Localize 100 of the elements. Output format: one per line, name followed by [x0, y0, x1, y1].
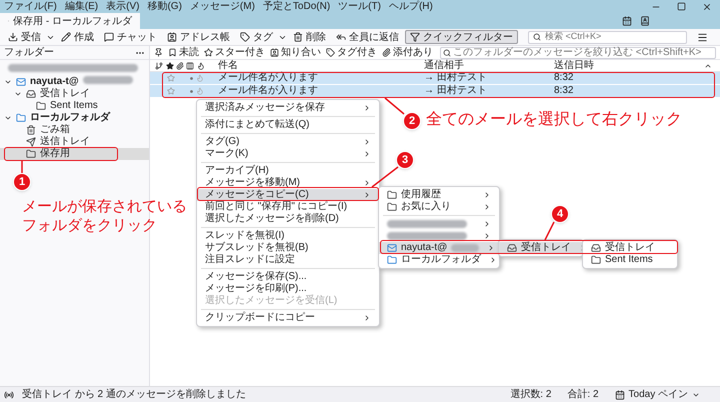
close-icon[interactable] — [702, 2, 712, 12]
toolbar-button[interactable]: 作成 — [57, 30, 98, 44]
column-header[interactable]: 送信日時 — [554, 60, 704, 72]
expand-icon[interactable] — [4, 78, 12, 86]
menu-item[interactable]: メッセージを保存(S)... — [197, 271, 379, 283]
menu-item[interactable]: 受信トレイ — [499, 242, 583, 254]
annotation-text: フォルダをクリック — [22, 217, 157, 235]
menu-bar-item[interactable]: 編集(E) — [60, 0, 102, 12]
menu-bar-item[interactable]: ツール(T) — [334, 0, 385, 12]
address-book-icon[interactable] — [640, 16, 650, 26]
menu-item[interactable]: アーカイブ(H) — [197, 165, 379, 177]
column-header[interactable]: 件名 — [210, 60, 424, 72]
menu-label: 受信トレイ — [605, 242, 655, 254]
menu-bar-item[interactable]: ヘルプ(H) — [384, 0, 437, 12]
folder-name: 保存用 — [40, 148, 70, 160]
menu-item[interactable]: 受信トレイ — [583, 242, 677, 254]
menu-item[interactable]: 注目スレッドに設定 — [197, 254, 379, 266]
filter-field[interactable]: このフォルダーのメッセージを絞り込む <Ctrl+Shift+K> — [440, 46, 716, 58]
menu-icon[interactable] — [697, 32, 708, 42]
toolbar-button[interactable]: チャット — [100, 30, 161, 44]
menu-bar-item[interactable]: 表示(V) — [102, 0, 144, 12]
star-icon[interactable] — [166, 62, 174, 70]
menu-label: お気に入り — [401, 201, 451, 213]
menu-label: 前回と同じ "保存用" にコピー(I) — [205, 201, 348, 212]
menu-item[interactable]: 添付にまとめて転送(Q) — [197, 119, 379, 131]
filter-button[interactable]: 知り合い — [268, 46, 323, 58]
leader-line — [384, 97, 404, 115]
folder-item[interactable]: ごみ箱 — [0, 124, 149, 136]
star-icon[interactable] — [167, 74, 176, 82]
column-header[interactable]: 通信相手 — [424, 60, 554, 72]
menu-item[interactable]: メッセージを移動(M) — [197, 177, 379, 189]
folder-item[interactable]: 受信トレイ — [0, 88, 149, 100]
read-status-icon[interactable] — [186, 62, 194, 70]
filter-icon — [410, 32, 420, 42]
folder-item[interactable]: 送信トレイ — [0, 136, 149, 148]
menu-item[interactable]: ローカルフォルダ — [379, 254, 499, 266]
leader-line — [372, 166, 398, 188]
menu-item[interactable]: 選択済みメッセージを保存 — [197, 102, 379, 114]
menu-item[interactable]: メッセージをコピー(C) — [197, 189, 379, 201]
total-count: 合計: 2 — [567, 388, 599, 400]
status-message: 受信トレイ から 2 通のメッセージを削除しました — [22, 388, 246, 400]
menu-item[interactable]: タグ(G) — [197, 136, 379, 148]
filter-button[interactable]: タグ付き — [324, 46, 379, 58]
menu-item[interactable]: お気に入り — [379, 201, 499, 213]
read-dot-icon[interactable] — [190, 76, 193, 80]
calendar-icon[interactable] — [622, 16, 632, 26]
filter-button[interactable]: 未読 — [166, 46, 201, 58]
toolbar-button[interactable]: 全員に返信 — [332, 30, 403, 44]
filter-button[interactable]: 添付あり — [380, 46, 435, 58]
expand-icon[interactable] — [4, 114, 12, 122]
thread-icon[interactable] — [155, 62, 164, 70]
trash-icon — [26, 125, 36, 135]
redacted-text — [82, 76, 133, 84]
menu-bar-item[interactable]: 予定とToDo(N) — [258, 0, 334, 12]
menu-item[interactable]: メッセージを印刷(P)... — [197, 283, 379, 295]
folder-item[interactable]: Sent Items — [0, 100, 149, 112]
menu-bar-item[interactable]: ファイル(F) — [0, 0, 61, 12]
filter-button[interactable]: スター付き — [202, 46, 267, 58]
maximize-icon[interactable] — [677, 2, 686, 11]
expand-icon[interactable] — [14, 90, 22, 98]
address-book-icon — [167, 32, 177, 42]
message-subject: メール件名が入ります — [217, 85, 319, 97]
menu-item[interactable]: クリップボードにコピー — [197, 312, 379, 324]
menu-label: 添付にまとめて転送(Q) — [205, 119, 310, 131]
pin-icon[interactable] — [154, 48, 163, 57]
menu-item[interactable]: マーク(K) — [197, 148, 379, 160]
message-correspondent: → 田村テスト — [424, 85, 488, 97]
toolbar-button[interactable]: アドレス帳 — [163, 30, 234, 44]
menu-label: 受信トレイ — [521, 242, 571, 254]
menu-item[interactable]: 選択したメッセージを削除(D) — [197, 213, 379, 225]
message-row[interactable]: メール件名が入ります → 田村テスト 8:32 — [150, 85, 720, 98]
menu-item[interactable]: 使用履歴 — [379, 189, 499, 201]
paperclip-icon[interactable] — [176, 62, 184, 70]
toolbar-button[interactable]: タグ — [236, 30, 277, 44]
toolbar-button[interactable]: 受信 — [4, 30, 45, 44]
today-pane-button[interactable]: Today ペイン — [614, 388, 700, 400]
folder-item[interactable]: nayuta-t@ — [0, 76, 149, 88]
menu-bar-item[interactable]: メッセージ(M) — [186, 0, 259, 12]
menu-item[interactable]: Sent Items — [583, 254, 677, 266]
menu-item[interactable]: スレッドを無視(I) — [197, 230, 379, 242]
inbox-icon — [591, 243, 601, 253]
menu-item[interactable]: 前回と同じ "保存用" にコピー(I) — [197, 201, 379, 213]
tab[interactable]: 保存用 - ローカルフォルダ — [0, 13, 140, 29]
menu-label: クリップボードにコピー — [205, 312, 315, 324]
receive-icon — [8, 32, 18, 42]
toolbar-button[interactable]: 削除 — [289, 30, 330, 44]
star-icon[interactable] — [167, 87, 176, 95]
step-badge: 4 — [551, 205, 569, 223]
menu-label: メッセージを印刷(P)... — [205, 283, 307, 294]
reply-all-icon — [336, 32, 346, 42]
search-field[interactable]: 検索 <Ctrl+K> — [528, 30, 687, 44]
folder-item[interactable]: ローカルフォルダ — [0, 112, 149, 124]
menu-item[interactable]: nayuta-t@ — [379, 242, 499, 254]
read-dot-icon[interactable] — [190, 90, 193, 92]
toolbar-button[interactable]: クイックフィルター — [405, 30, 518, 44]
status-icon[interactable] — [4, 390, 14, 400]
pane-title: フォルダー — [4, 46, 54, 58]
menu-item[interactable]: サブスレッドを無視(B) — [197, 242, 379, 254]
menu-bar-item[interactable]: 移動(G) — [143, 0, 186, 12]
folder-item[interactable]: 保存用 — [0, 148, 149, 160]
